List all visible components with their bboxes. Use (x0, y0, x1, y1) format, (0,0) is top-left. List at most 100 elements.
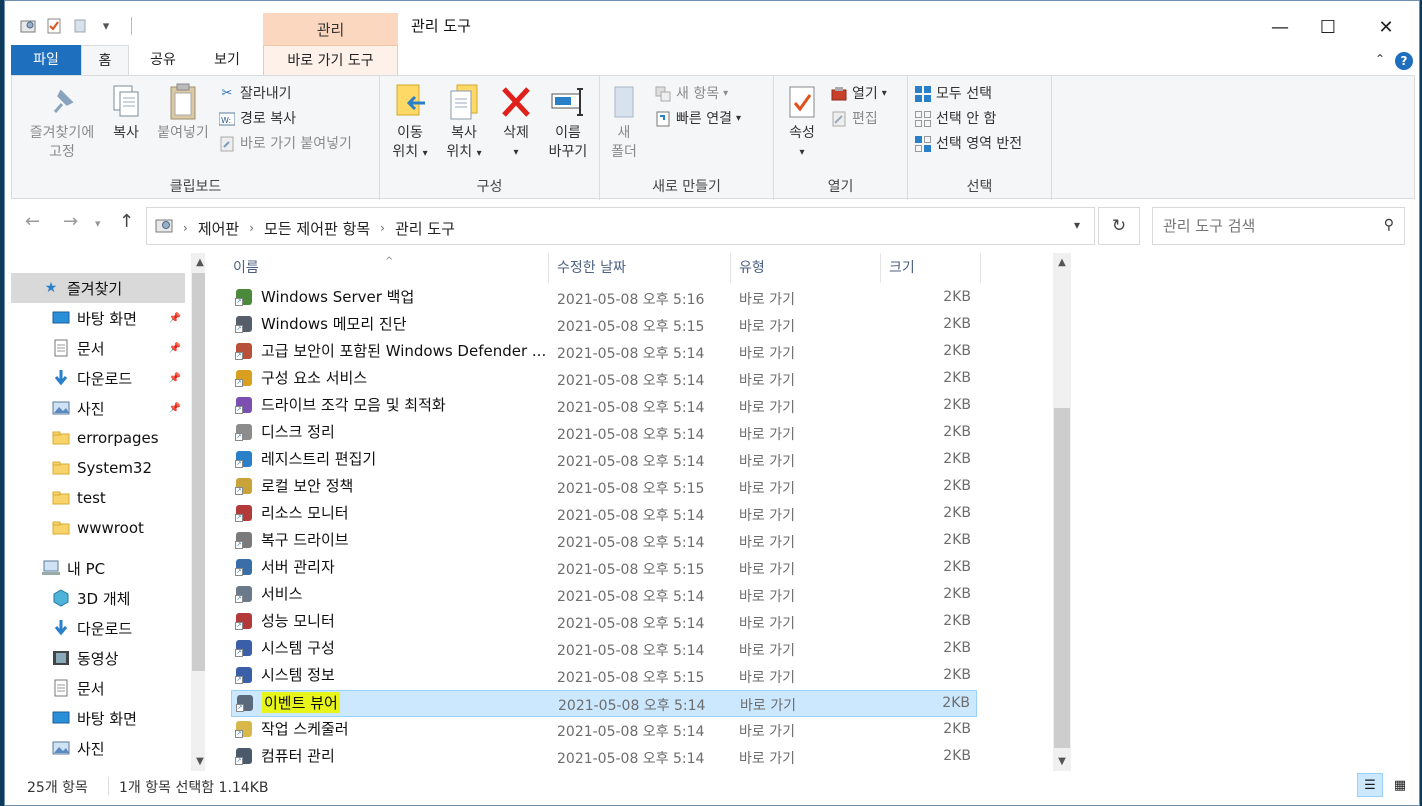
collapse-ribbon-icon[interactable]: ⌃ (1375, 52, 1385, 66)
column-header-name[interactable]: 이름 ^ (227, 253, 549, 283)
recent-locations-chevron-icon[interactable]: ▾ (95, 217, 101, 230)
list-scroll-up-icon[interactable]: ▲ (1053, 257, 1071, 268)
edit-button[interactable]: 편집 (830, 107, 878, 131)
copy-path-button[interactable]: W: 경로 복사 (218, 107, 296, 131)
nav-item[interactable]: test (11, 483, 185, 513)
move-to-button[interactable]: 이동 위치 ▾ (384, 82, 436, 163)
pin-icon[interactable]: 📌 (169, 343, 181, 354)
file-row[interactable]: ↗ 시스템 정보 2021-05-08 오후 5:15 바로 가기 2KB (231, 663, 977, 690)
file-size: 2KB (943, 613, 971, 629)
file-row[interactable]: ↗ 복구 드라이브 2021-05-08 오후 5:14 바로 가기 2KB (231, 528, 977, 555)
nav-item[interactable]: errorpages (11, 423, 185, 453)
file-row[interactable]: ↗ 리소스 모니터 2021-05-08 오후 5:14 바로 가기 2KB (231, 501, 977, 528)
refresh-button[interactable]: ↻ (1098, 207, 1140, 245)
shortcut-icon: ↗ (235, 288, 253, 306)
status-selection: 1개 항목 선택함 1.14KB (119, 780, 269, 796)
nav-scroll-down-icon[interactable]: ▼ (191, 756, 205, 767)
file-row[interactable]: ↗ 성능 모니터 2021-05-08 오후 5:14 바로 가기 2KB (231, 609, 977, 636)
file-row[interactable]: ↗ 디스크 정리 2021-05-08 오후 5:14 바로 가기 2KB (231, 420, 977, 447)
search-box[interactable]: ⚲ (1152, 207, 1405, 245)
pin-to-quick-access-button[interactable]: 즐겨찾기에 고정 (18, 82, 106, 162)
copy-button[interactable]: 복사 (104, 82, 148, 143)
nav-item[interactable]: 문서 📌 (11, 333, 185, 363)
nav-pc-item[interactable]: 바탕 화면 (11, 703, 185, 733)
select-none-button[interactable]: 선택 안 함 (914, 107, 996, 131)
file-row[interactable]: ↗ 컴퓨터 관리 2021-05-08 오후 5:14 바로 가기 2KB (231, 744, 977, 771)
nav-pc-item[interactable]: 문서 (11, 673, 185, 703)
open-button[interactable]: 열기 ▾ (830, 82, 887, 106)
file-list-scrollbar[interactable]: ▲ ▼ (1053, 253, 1071, 771)
paste-button[interactable]: 붙여넣기 (150, 82, 216, 143)
breadcrumb-admin-tools[interactable]: 관리 도구 (395, 218, 455, 239)
file-row[interactable]: ↗ 서비스 2021-05-08 오후 5:14 바로 가기 2KB (231, 582, 977, 609)
cut-button[interactable]: ✂ 잘라내기 (218, 82, 292, 106)
nav-item[interactable]: 사진 📌 (11, 393, 185, 423)
file-row[interactable]: ↗ 서버 관리자 2021-05-08 오후 5:15 바로 가기 2KB (231, 555, 977, 582)
address-dropdown-icon[interactable]: ▾ (1074, 218, 1080, 232)
pin-icon[interactable]: 📌 (169, 403, 181, 414)
nav-quick-access[interactable]: ★ 즐겨찾기 (11, 273, 185, 303)
file-row[interactable]: ↗ 이벤트 뷰어 2021-05-08 오후 5:14 바로 가기 2KB (231, 690, 977, 717)
invert-selection-button[interactable]: 선택 영역 반전 (914, 132, 1022, 156)
list-scroll-down-icon[interactable]: ▼ (1053, 756, 1071, 767)
shortcut-icon: ↗ (235, 612, 253, 630)
search-input[interactable] (1153, 208, 1373, 244)
maximize-button[interactable]: ☐ (1299, 7, 1357, 47)
copy-to-button[interactable]: 복사 위치 ▾ (438, 82, 490, 163)
file-row[interactable]: ↗ 작업 스케줄러 2021-05-08 오후 5:14 바로 가기 2KB (231, 717, 977, 744)
qat-dropdown-icon[interactable]: ▾ (97, 17, 115, 35)
properties-button[interactable]: 속성 ▾ (780, 82, 824, 162)
list-scroll-thumb[interactable] (1054, 408, 1070, 748)
nav-item[interactable]: 바탕 화면 📌 (11, 303, 185, 333)
tab-shortcut-tools[interactable]: 바로 가기 도구 (263, 45, 398, 75)
paste-shortcut-button[interactable]: 바로 가기 붙여넣기 (218, 132, 352, 156)
select-all-button[interactable]: 모두 선택 (914, 82, 992, 106)
tab-home[interactable]: 홈 (81, 45, 129, 75)
file-row[interactable]: ↗ 드라이브 조각 모음 및 최적화 2021-05-08 오후 5:14 바로 가기… (231, 393, 977, 420)
details-view-button[interactable]: ☰ (1357, 773, 1383, 797)
nav-item[interactable]: 다운로드 📌 (11, 363, 185, 393)
file-row[interactable]: ↗ 로컬 보안 정책 2021-05-08 오후 5:15 바로 가기 2KB (231, 474, 977, 501)
nav-scroll-thumb[interactable] (192, 273, 205, 671)
nav-pc-item[interactable]: 다운로드 (11, 613, 185, 643)
nav-scroll-up-icon[interactable]: ▲ (191, 257, 205, 268)
file-row[interactable]: ↗ 레지스트리 편집기 2021-05-08 오후 5:14 바로 가기 2KB (231, 447, 977, 474)
forward-arrow-icon[interactable]: → (63, 211, 78, 232)
back-arrow-icon[interactable]: ← (25, 211, 40, 232)
nav-item[interactable]: wwwroot (11, 513, 185, 543)
file-row[interactable]: ↗ 시스템 구성 2021-05-08 오후 5:14 바로 가기 2KB (231, 636, 977, 663)
file-row[interactable]: ↗ Windows 메모리 진단 2021-05-08 오후 5:15 바로 가기 2K… (231, 312, 977, 339)
large-icons-view-button[interactable]: ▦ (1387, 773, 1413, 797)
nav-pc-item[interactable]: 사진 (11, 733, 185, 763)
file-row[interactable]: ↗ 고급 보안이 포함된 Windows Defender ... 2021-05-… (231, 339, 977, 366)
new-folder-qat-icon[interactable] (71, 17, 89, 35)
delete-button[interactable]: 삭제 ▾ (494, 82, 538, 162)
tab-share[interactable]: 공유 (135, 45, 191, 75)
pin-icon[interactable]: 📌 (169, 313, 181, 324)
column-header-size[interactable]: 크기 (883, 253, 981, 283)
nav-scrollbar[interactable]: ▲ ▼ (191, 253, 205, 771)
tab-view[interactable]: 보기 (199, 45, 255, 75)
help-icon[interactable]: ? (1395, 52, 1413, 70)
breadcrumb-all-items[interactable]: 모든 제어판 항목 (264, 218, 370, 239)
new-item-button[interactable]: 새 항목 ▾ (654, 82, 728, 106)
close-button[interactable]: ✕ (1357, 7, 1415, 47)
breadcrumb-control-panel[interactable]: 제어판 (198, 218, 239, 239)
new-folder-button[interactable]: 새 폴더 (604, 82, 644, 162)
nav-item[interactable]: System32 (11, 453, 185, 483)
easy-access-button[interactable]: 빠른 연결 ▾ (654, 107, 741, 131)
file-row[interactable]: ↗ Windows Server 백업 2021-05-08 오후 5:16 바로 가… (231, 285, 977, 312)
up-arrow-icon[interactable]: ↑ (119, 211, 134, 232)
column-header-type[interactable]: 유형 (733, 253, 881, 283)
nav-pc-item[interactable]: 동영상 (11, 643, 185, 673)
rename-button[interactable]: 이름 바꾸기 (540, 82, 596, 162)
properties-qat-icon[interactable] (45, 17, 63, 35)
tab-file[interactable]: 파일 (11, 45, 81, 75)
column-header-date[interactable]: 수정한 날짜 (551, 253, 731, 283)
file-row[interactable]: ↗ 구성 요소 서비스 2021-05-08 오후 5:14 바로 가기 2KB (231, 366, 977, 393)
nav-pc-item[interactable]: 3D 개체 (11, 583, 185, 613)
nav-this-pc[interactable]: 내 PC (11, 553, 185, 583)
pin-icon[interactable]: 📌 (169, 373, 181, 384)
address-bar[interactable]: › 제어판 › 모든 제어판 항목 › 관리 도구 ▾ (146, 207, 1095, 245)
organize-group-label: 구성 (476, 179, 503, 195)
